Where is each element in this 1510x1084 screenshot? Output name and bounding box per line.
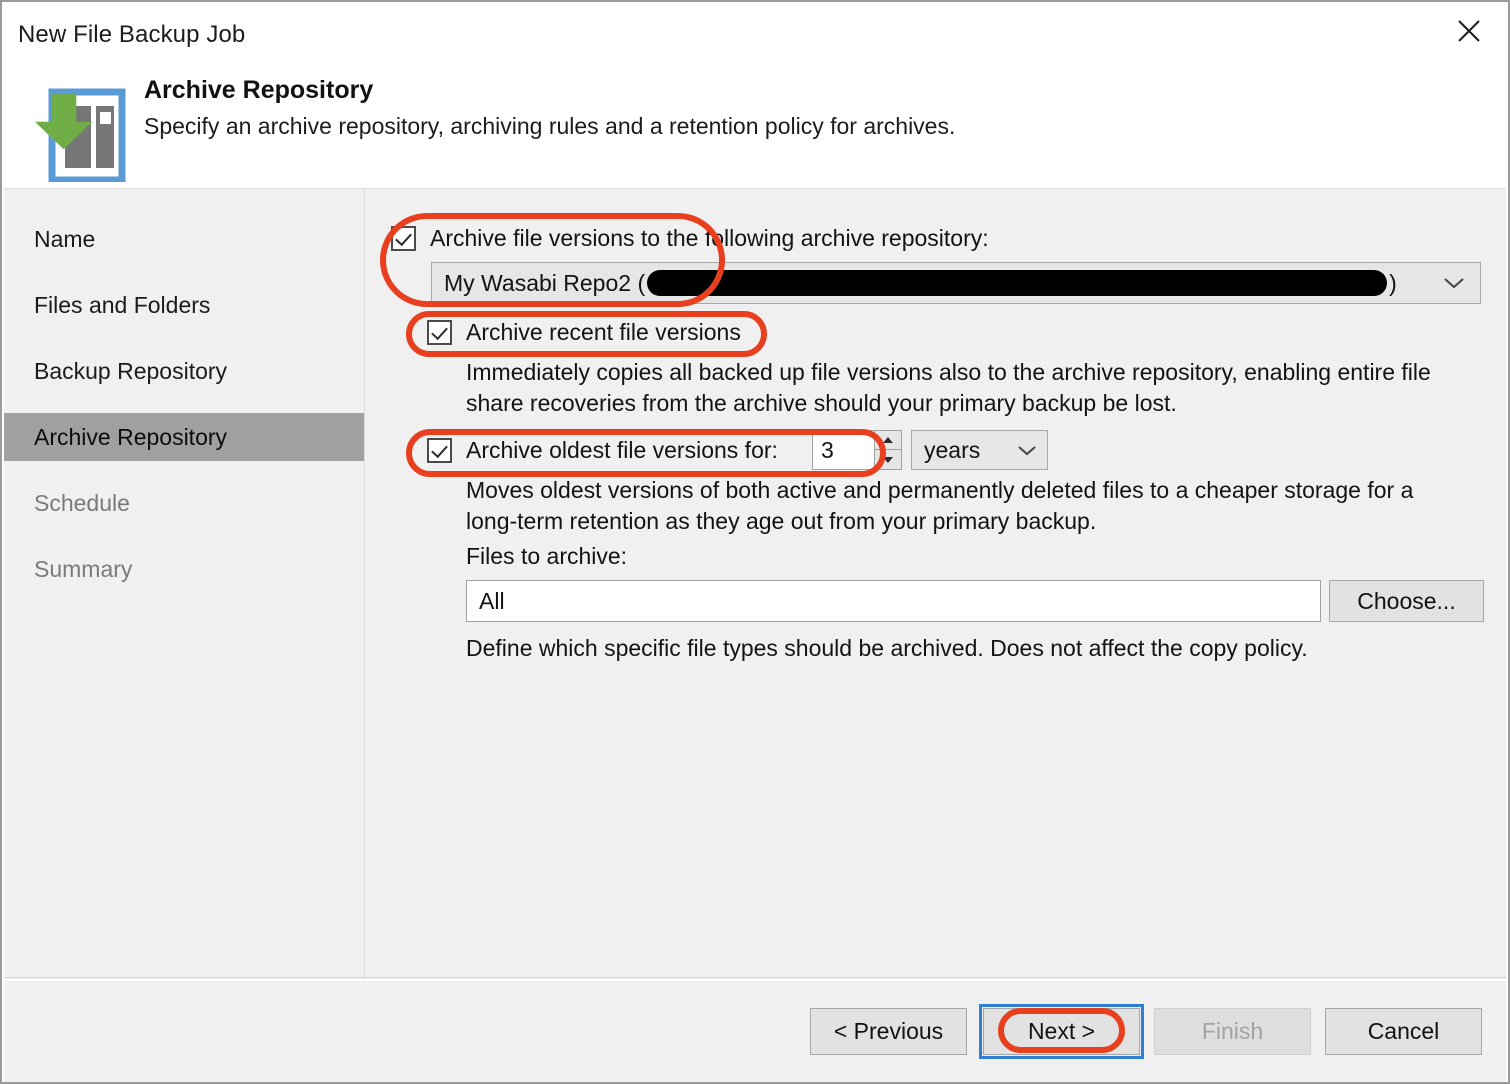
next-button[interactable]: Next > — [979, 1004, 1144, 1059]
archive-oldest-checkbox[interactable] — [427, 438, 452, 463]
spinner-down-icon[interactable] — [874, 450, 902, 470]
sidebar-item-name[interactable]: Name — [4, 215, 364, 263]
dialog-footer: < Previous Next > Finish Cancel — [4, 979, 1506, 1082]
page-title: Archive Repository — [144, 76, 374, 104]
sidebar-item-files-and-folders[interactable]: Files and Folders — [4, 281, 364, 329]
archive-repository-panel: Archive file versions to the following a… — [365, 189, 1506, 979]
archive-oldest-label: Archive oldest file versions for: — [466, 437, 778, 463]
archive-enable-row: Archive file versions to the following a… — [391, 225, 989, 252]
sidebar-item-backup-repository[interactable]: Backup Repository — [4, 347, 364, 395]
archive-oldest-unit-value: years — [924, 436, 981, 463]
files-to-archive-input[interactable]: All — [466, 580, 1321, 622]
archive-repository-combobox[interactable]: My Wasabi Repo2 () — [431, 262, 1481, 304]
sidebar-item-archive-repository[interactable]: Archive Repository — [4, 413, 364, 461]
chevron-down-icon[interactable] — [1428, 276, 1480, 290]
sidebar-item-schedule[interactable]: Schedule — [4, 479, 364, 527]
finish-button: Finish — [1154, 1008, 1311, 1055]
sidebar-item-label: Files and Folders — [34, 291, 211, 318]
archive-enable-checkbox[interactable] — [391, 226, 416, 251]
sidebar-item-label: Summary — [34, 555, 133, 582]
archive-recent-description: Immediately copies all backed up file ve… — [466, 359, 1431, 416]
archive-oldest-unit-combobox[interactable]: years — [911, 430, 1048, 470]
archive-oldest-description: Moves oldest versions of both active and… — [466, 477, 1414, 534]
dialog-body: Name Files and Folders Backup Repository… — [4, 188, 1506, 979]
choose-button[interactable]: Choose... — [1329, 580, 1484, 622]
footer-divider — [4, 977, 1506, 978]
wizard-step-list: Name Files and Folders Backup Repository… — [4, 189, 365, 979]
previous-button[interactable]: < Previous — [810, 1008, 967, 1055]
chevron-down-icon[interactable] — [1007, 444, 1047, 457]
dialog-header: Archive Repository Specify an archive re… — [4, 64, 1506, 188]
archive-recent-checkbox[interactable] — [427, 320, 452, 345]
sidebar-item-label: Schedule — [34, 489, 130, 516]
cancel-button[interactable]: Cancel — [1325, 1008, 1482, 1055]
archive-repository-value: My Wasabi Repo2 () — [432, 270, 1428, 297]
sidebar-item-label: Archive Repository — [34, 423, 228, 450]
close-icon[interactable] — [1436, 2, 1502, 60]
archive-repository-suffix: ) — [1389, 269, 1397, 296]
redaction-bar — [647, 270, 1388, 296]
archive-oldest-period-input[interactable]: 3 — [812, 430, 874, 470]
files-to-archive-description: Define which specific file types should … — [466, 635, 1308, 661]
archive-oldest-row: Archive oldest file versions for: — [427, 437, 778, 464]
archive-recent-label: Archive recent file versions — [466, 319, 741, 345]
archive-repository-name: My Wasabi Repo2 ( — [444, 269, 646, 296]
files-to-archive-label: Files to archive: — [466, 543, 628, 569]
archive-repository-icon — [20, 74, 128, 184]
stepper-buttons — [874, 430, 902, 470]
spinner-up-icon[interactable] — [874, 430, 902, 450]
archive-enable-label: Archive file versions to the following a… — [430, 225, 989, 251]
new-file-backup-job-dialog: New File Backup Job Archive Repository S… — [0, 0, 1510, 1084]
sidebar-item-label: Name — [34, 225, 96, 252]
title-bar: New File Backup Job — [2, 2, 1508, 64]
page-subtitle: Specify an archive repository, archiving… — [144, 113, 956, 139]
window-title: New File Backup Job — [18, 21, 246, 48]
archive-oldest-period-stepper[interactable]: 3 — [812, 430, 902, 470]
archive-recent-row: Archive recent file versions — [427, 319, 741, 346]
sidebar-item-label: Backup Repository — [34, 357, 228, 384]
sidebar-item-summary[interactable]: Summary — [4, 545, 364, 593]
